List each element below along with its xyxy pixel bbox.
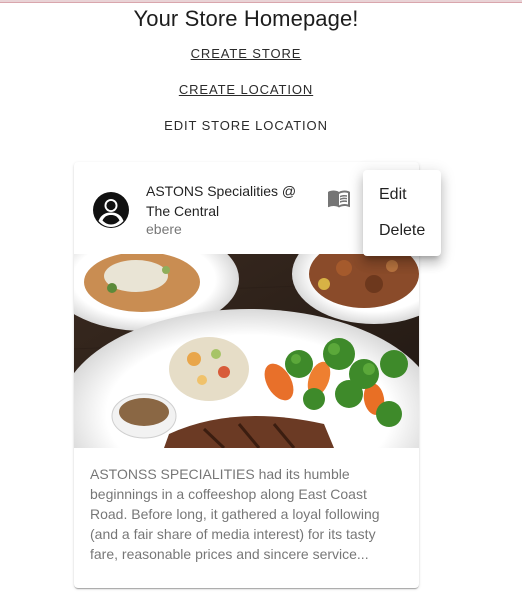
edit-store-location-button[interactable]: EDIT STORE LOCATION: [0, 118, 492, 133]
edit-store-location-label: EDIT STORE LOCATION: [164, 118, 328, 133]
menu-book-icon[interactable]: [327, 186, 351, 210]
create-store-label: CREATE STORE: [190, 46, 302, 61]
account-circle-icon: [93, 192, 129, 228]
store-name: ASTONS Specialities @ The Central: [146, 183, 297, 219]
store-description: ASTONSS SPECIALITIES had its humble begi…: [90, 466, 380, 562]
create-location-button[interactable]: CREATE LOCATION: [0, 82, 492, 97]
food-plate-image: [74, 254, 419, 448]
card-options-menu: Edit Delete: [363, 170, 441, 256]
page-title: Your Store Homepage!: [133, 6, 359, 31]
top-border: [0, 0, 522, 3]
create-location-label: CREATE LOCATION: [178, 82, 314, 97]
menu-item-delete[interactable]: Delete: [379, 222, 425, 240]
store-owner: ebere: [146, 221, 182, 237]
menu-item-edit[interactable]: Edit: [379, 186, 407, 204]
store-image: [74, 254, 419, 448]
create-store-button[interactable]: CREATE STORE: [0, 46, 492, 61]
